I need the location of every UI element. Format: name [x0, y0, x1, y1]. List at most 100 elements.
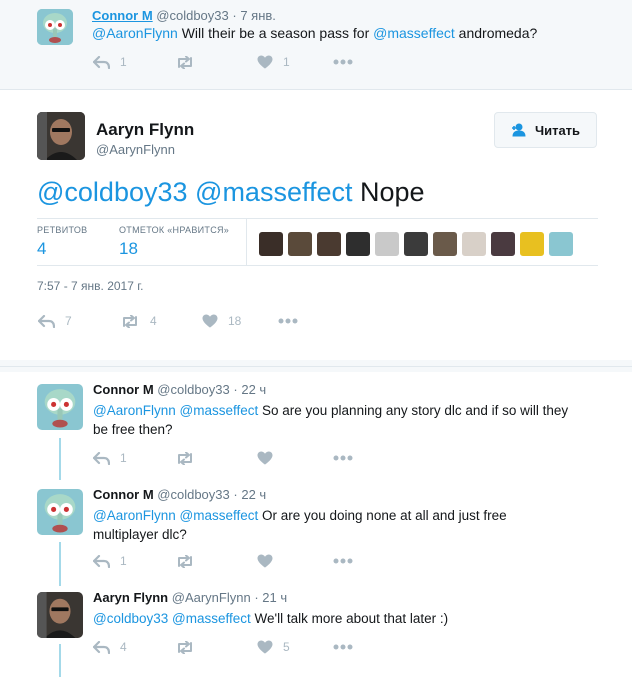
reply-button[interactable]: 4: [93, 640, 175, 654]
like-button[interactable]: [257, 451, 333, 465]
main-author-handle[interactable]: @AarynFlynn: [96, 142, 175, 157]
timestamp[interactable]: 7 янв.: [240, 8, 276, 23]
mention-link[interactable]: @AaronFlynn: [93, 508, 176, 523]
liker-avatar[interactable]: [549, 232, 573, 256]
like-count: 1: [283, 55, 290, 69]
more-button[interactable]: [333, 455, 353, 461]
retweet-button[interactable]: 4: [120, 314, 202, 328]
reply-button[interactable]: 7: [38, 314, 120, 328]
mention-link[interactable]: @masseffect: [172, 611, 251, 626]
mention-link[interactable]: @AaronFlynn: [93, 403, 176, 418]
aaryn-avatar-icon: [37, 592, 83, 638]
author-name[interactable]: Connor M: [92, 8, 153, 23]
like-count: 5: [283, 640, 290, 654]
reply-count: 1: [120, 451, 127, 465]
separator-dot: ·: [233, 487, 238, 502]
heart-icon: [257, 55, 273, 69]
liker-avatar[interactable]: [288, 232, 312, 256]
like-button[interactable]: 5: [257, 640, 333, 654]
timestamp[interactable]: 22 ч: [241, 382, 266, 397]
author-name[interactable]: Aaryn Flynn: [93, 590, 168, 605]
liker-avatar[interactable]: [259, 232, 283, 256]
mention-link[interactable]: @coldboy33: [93, 611, 168, 626]
retweet-button[interactable]: [175, 640, 257, 654]
like-button[interactable]: 1: [257, 55, 333, 69]
avatar[interactable]: [37, 592, 83, 638]
timestamp[interactable]: 22 ч: [241, 487, 266, 502]
reply-tweet[interactable]: Connor M @coldboy33 · 22 ч @AaronFlynn @…: [0, 487, 632, 568]
reply-icon: [93, 451, 110, 465]
liker-avatar[interactable]: [462, 232, 486, 256]
tweet-stats: РЕТВИТОВ 4 ОТМЕТОК «НРАВИТСЯ» 18: [37, 218, 598, 266]
retweets-stat[interactable]: РЕТВИТОВ 4: [37, 225, 87, 259]
reply-count: 1: [120, 554, 127, 568]
more-dots-icon: [333, 455, 353, 461]
main-tweet-actions: 7 4 18: [38, 311, 298, 331]
liker-avatar[interactable]: [433, 232, 457, 256]
more-button[interactable]: [278, 318, 298, 324]
mention-link[interactable]: @masseffect: [195, 177, 352, 207]
more-dots-icon: [333, 558, 353, 564]
reply-button[interactable]: 1: [93, 451, 175, 465]
reply-button[interactable]: 1: [93, 554, 175, 568]
avatar[interactable]: [37, 9, 73, 45]
avatar[interactable]: [37, 489, 83, 535]
mention-link[interactable]: @masseffect: [180, 403, 259, 418]
author-handle[interactable]: @coldboy33: [157, 487, 229, 502]
avatar[interactable]: [37, 384, 83, 430]
squidward-avatar-icon: [37, 489, 83, 535]
liker-avatar[interactable]: [404, 232, 428, 256]
retweet-button[interactable]: [175, 451, 257, 465]
reply-icon: [93, 640, 110, 654]
retweet-icon: [178, 554, 192, 568]
tweet-actions: 4 5: [93, 637, 353, 657]
like-button[interactable]: [257, 554, 333, 568]
tweet-text-segment: Nope: [352, 177, 425, 207]
author-handle[interactable]: @coldboy33: [156, 8, 228, 23]
follow-button[interactable]: Читать: [494, 112, 597, 148]
retweet-icon: [178, 640, 192, 654]
mention-link[interactable]: @masseffect: [373, 25, 455, 41]
tweet-date[interactable]: 7:57 - 7 янв. 2017 г.: [37, 279, 143, 293]
author-name[interactable]: Connor M: [93, 382, 154, 397]
mention-link[interactable]: @AaronFlynn: [92, 25, 178, 41]
like-button[interactable]: 18: [202, 314, 278, 328]
more-button[interactable]: [333, 558, 353, 564]
reply-icon: [93, 554, 110, 568]
liker-avatar[interactable]: [375, 232, 399, 256]
avatar[interactable]: [37, 112, 85, 160]
likes-stat[interactable]: ОТМЕТОК «НРАВИТСЯ» 18: [119, 225, 229, 259]
liker-avatar[interactable]: [317, 232, 341, 256]
liker-avatar[interactable]: [491, 232, 515, 256]
tweet-actions: 1: [93, 448, 353, 468]
retweets-value: 4: [37, 239, 47, 258]
mention-link[interactable]: @coldboy33: [37, 177, 188, 207]
more-button[interactable]: [333, 644, 353, 650]
author-handle[interactable]: @coldboy33: [157, 382, 229, 397]
reply-button[interactable]: 1: [93, 55, 175, 69]
timestamp[interactable]: 21 ч: [262, 590, 287, 605]
reply-tweet[interactable]: Aaryn Flynn @AarynFlynn · 21 ч @coldboy3…: [0, 590, 632, 660]
reply-count: 1: [120, 55, 127, 69]
reply-icon: [38, 314, 55, 328]
reply-tweet[interactable]: Connor M @coldboy33 · 22 ч @AaronFlynn @…: [0, 382, 632, 465]
more-dots-icon: [333, 644, 353, 650]
ancestor-tweet[interactable]: Connor M @coldboy33 · 7 янв. @AaronFlynn…: [0, 0, 632, 90]
liker-avatar[interactable]: [346, 232, 370, 256]
retweet-button[interactable]: [175, 55, 257, 69]
more-button[interactable]: [333, 59, 353, 65]
main-author-name[interactable]: Aaryn Flynn: [96, 120, 194, 140]
author-handle[interactable]: @AarynFlynn: [172, 590, 251, 605]
separator-dot: ·: [233, 382, 238, 397]
follow-user-icon: [511, 123, 526, 137]
liker-avatar[interactable]: [520, 232, 544, 256]
heart-icon: [257, 554, 273, 568]
tweet-text-segment: Will their be a season pass for: [177, 25, 374, 41]
author-name[interactable]: Connor M: [93, 487, 154, 502]
tweet-text-line2: multiplayer dlc?: [93, 527, 187, 542]
mention-link[interactable]: @masseffect: [180, 508, 259, 523]
retweet-button[interactable]: [175, 554, 257, 568]
separator-dot: ·: [254, 590, 259, 605]
author-line: Aaryn Flynn @AarynFlynn · 21 ч: [93, 590, 287, 605]
tweet-text: @coldboy33 @masseffect We'll talk more a…: [93, 609, 603, 628]
